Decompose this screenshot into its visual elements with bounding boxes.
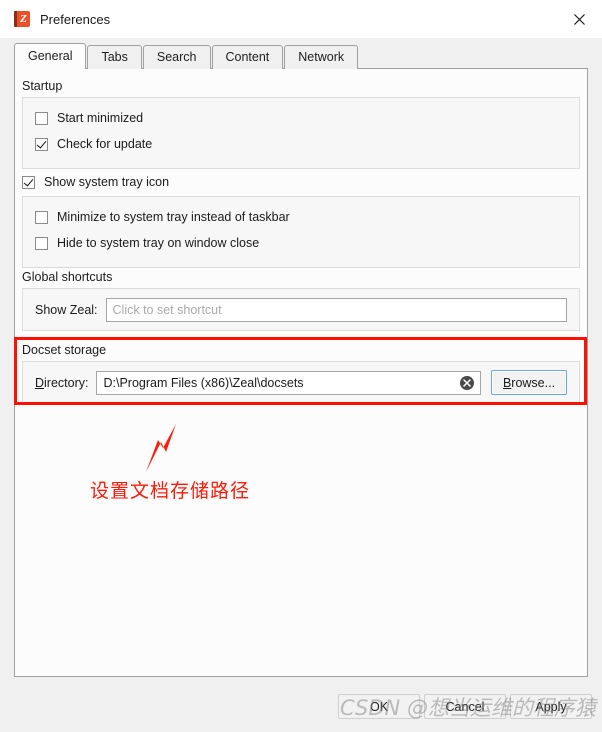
shortcut-row-show-zeal: Show Zeal: Click to set shortcut [35,298,567,322]
checkbox-hide-to-tray[interactable] [35,236,48,250]
dialog-button-bar: OK Cancel Apply [338,694,592,719]
checkbox-label-show-system-tray-icon: Show system tray icon [44,175,170,189]
tab-network[interactable]: Network [284,45,359,69]
group-docset-storage-frame: Directory: D:\Program Files (x86)\Zeal\d… [22,361,580,404]
directory-label: Directory: [35,376,88,390]
checkbox-row-show-system-tray-icon[interactable]: Show system tray icon [22,175,169,189]
shortcut-input-show-zeal[interactable]: Click to set shortcut [105,298,567,322]
tab-panel-seam [15,67,75,69]
group-global-shortcuts-title: Global shortcuts [22,270,113,284]
annotation-text: 设置文档存储路径 [90,480,251,502]
browse-button-rest: rowse... [511,375,556,390]
group-system-tray-frame: Minimize to system tray instead of taskb… [22,196,580,268]
group-startup-title: Startup [22,79,63,93]
directory-label-accel: D [35,375,45,390]
checkbox-minimize-to-tray[interactable] [35,210,48,224]
tab-search[interactable]: Search [142,45,211,69]
ok-button[interactable]: OK [338,694,420,719]
zeal-book-icon: Z [14,11,30,27]
browse-button-accel: B [502,375,512,390]
tab-content[interactable]: Content [211,45,284,69]
group-startup-frame: Start minimized Check for update [22,97,580,169]
checkbox-label-start-minimized: Start minimized [57,111,144,125]
checkbox-start-minimized[interactable] [35,111,48,125]
group-system-tray: Minimize to system tray instead of taskb… [22,196,580,268]
zeal-letter: Z [20,13,27,25]
directory-input-value: D:\Program Files (x86)\Zeal\docsets [103,375,304,390]
group-startup: Startup Start minimized Check for update [22,79,580,169]
window-title: Preferences [40,11,111,27]
clear-circle-icon[interactable] [460,375,474,390]
checkbox-label-check-for-update: Check for update [57,137,153,151]
title-bar: Z Preferences [0,0,602,38]
checkbox-row-check-for-update[interactable]: Check for update [35,133,567,155]
directory-row: Directory: D:\Program Files (x86)\Zeal\d… [35,370,567,395]
tab-tabs[interactable]: Tabs [87,45,142,69]
checkbox-show-system-tray-icon[interactable] [22,175,35,189]
checkbox-row-hide-to-tray[interactable]: Hide to system tray on window close [35,232,567,254]
group-global-shortcuts-frame: Show Zeal: Click to set shortcut [22,288,580,331]
close-icon[interactable] [556,0,602,38]
checkbox-row-minimize-to-tray[interactable]: Minimize to system tray instead of taskb… [35,206,567,228]
cancel-button[interactable]: Cancel [424,694,506,719]
shortcut-label-show-zeal: Show Zeal: [35,303,98,317]
group-docset-storage-title: Docset storage [22,343,107,357]
tab-strip: General Tabs Search Content Network [14,43,359,69]
apply-button[interactable]: Apply [510,694,592,719]
group-global-shortcuts: Global shortcuts Show Zeal: Click to set… [22,270,580,331]
browse-button[interactable]: Browse... [491,370,567,395]
checkbox-label-minimize-to-tray: Minimize to system tray instead of taskb… [57,210,290,224]
directory-label-rest: irectory: [44,375,89,390]
checkbox-label-hide-to-tray: Hide to system tray on window close [57,236,260,250]
shortcut-input-placeholder: Click to set shortcut [112,303,222,317]
directory-input[interactable]: D:\Program Files (x86)\Zeal\docsets [96,370,481,395]
tab-general[interactable]: General [14,43,87,69]
checkbox-check-for-update[interactable] [35,137,48,151]
group-docset-storage: Docset storage Directory: D:\Program Fil… [22,343,580,404]
up-right-arrow-icon [136,422,188,478]
checkbox-row-start-minimized[interactable]: Start minimized [35,107,567,129]
